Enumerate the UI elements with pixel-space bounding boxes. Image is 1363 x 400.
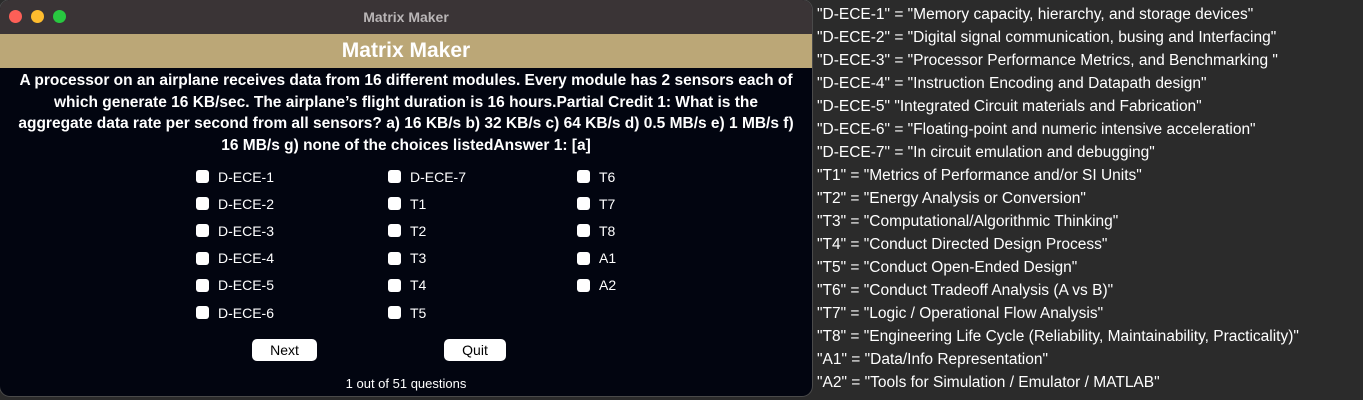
checkbox-box[interactable] bbox=[388, 278, 401, 292]
category-legend: "D-ECE-1" = "Memory capacity, hierarchy,… bbox=[817, 3, 1363, 394]
legend-line: "T5" = "Conduct Open-Ended Design" bbox=[817, 259, 1078, 276]
checkbox-box[interactable] bbox=[388, 306, 401, 320]
checkbox-box[interactable] bbox=[196, 251, 209, 265]
checkbox-label: T5 bbox=[410, 304, 427, 321]
zoom-window-button[interactable] bbox=[53, 10, 66, 23]
checkbox-label: T1 bbox=[410, 195, 427, 212]
checkbox-label: T4 bbox=[410, 277, 427, 294]
legend-line: "D-ECE-2" = "Digital signal communicatio… bbox=[817, 29, 1277, 46]
checkbox-column-1: D-ECE-1 D-ECE-2 D-ECE-3 D-ECE-4 D-ECE-5 … bbox=[196, 163, 274, 326]
checkbox-box[interactable] bbox=[196, 306, 209, 320]
checkbox-label: D-ECE-5 bbox=[218, 277, 275, 294]
checkbox-t8[interactable]: T8 bbox=[577, 217, 616, 244]
legend-line: "T3" = "Computational/Algorithmic Thinki… bbox=[817, 213, 1119, 230]
checkbox-label: D-ECE-6 bbox=[218, 304, 275, 321]
legend-line: "T8" = "Engineering Life Cycle (Reliabil… bbox=[817, 328, 1299, 345]
category-checkboxes: D-ECE-1 D-ECE-2 D-ECE-3 D-ECE-4 D-ECE-5 … bbox=[0, 163, 812, 333]
next-button[interactable]: Next bbox=[252, 339, 317, 361]
checkbox-box[interactable] bbox=[388, 224, 401, 238]
checkbox-column-3: T6 T7 T8 A1 A2 bbox=[577, 163, 616, 299]
legend-line: "D-ECE-4" = "Instruction Encoding and Da… bbox=[817, 75, 1207, 92]
checkbox-t1[interactable]: T1 bbox=[388, 190, 466, 217]
checkbox-a2[interactable]: A2 bbox=[577, 272, 616, 299]
checkbox-box[interactable] bbox=[196, 170, 209, 184]
legend-line: "T4" = "Conduct Directed Design Process" bbox=[817, 236, 1108, 253]
checkbox-t6[interactable]: T6 bbox=[577, 163, 616, 190]
checkbox-label: A1 bbox=[599, 250, 617, 267]
legend-line: "D-ECE-7" = "In circuit emulation and de… bbox=[817, 144, 1155, 161]
checkbox-d-ece-3[interactable]: D-ECE-3 bbox=[196, 217, 274, 244]
checkbox-t5[interactable]: T5 bbox=[388, 299, 466, 326]
checkbox-box[interactable] bbox=[577, 197, 590, 211]
legend-line: "A1" = "Data/Info Representation" bbox=[817, 351, 1048, 368]
checkbox-d-ece-2[interactable]: D-ECE-2 bbox=[196, 190, 274, 217]
checkbox-label: D-ECE-4 bbox=[218, 250, 275, 267]
checkbox-label: D-ECE-3 bbox=[218, 222, 275, 239]
legend-line: "T7" = "Logic / Operational Flow Analysi… bbox=[817, 305, 1104, 322]
quit-button[interactable]: Quit bbox=[444, 339, 506, 361]
checkbox-box[interactable] bbox=[196, 224, 209, 238]
window-title: Matrix Maker bbox=[363, 9, 449, 25]
checkbox-column-2: D-ECE-7 T1 T2 T3 T4 T5 bbox=[388, 163, 466, 326]
legend-line: "T1" = "Metrics of Performance and/or SI… bbox=[817, 167, 1142, 184]
checkbox-box[interactable] bbox=[577, 224, 590, 238]
legend-line: "A2" = "Tools for Simulation / Emulator … bbox=[817, 374, 1160, 391]
checkbox-t7[interactable]: T7 bbox=[577, 190, 616, 217]
checkbox-d-ece-4[interactable]: D-ECE-4 bbox=[196, 245, 274, 272]
checkbox-label: T2 bbox=[410, 222, 427, 239]
matrix-maker-window: Matrix Maker Matrix Maker A processor on… bbox=[0, 0, 812, 396]
checkbox-label: T8 bbox=[599, 222, 616, 239]
close-window-button[interactable] bbox=[9, 10, 22, 23]
checkbox-label: T3 bbox=[410, 250, 427, 267]
app-banner-title: Matrix Maker bbox=[0, 34, 812, 68]
legend-line: "D-ECE-1" = "Memory capacity, hierarchy,… bbox=[817, 6, 1254, 23]
legend-line: "D-ECE-3" = "Processor Performance Metri… bbox=[817, 52, 1278, 69]
checkbox-label: T6 bbox=[599, 168, 616, 185]
legend-line: "D-ECE-5" "Integrated Circuit materials … bbox=[817, 98, 1202, 115]
checkbox-d-ece-6[interactable]: D-ECE-6 bbox=[196, 299, 274, 326]
checkbox-box[interactable] bbox=[577, 251, 590, 265]
question-progress: 1 out of 51 questions bbox=[345, 376, 467, 391]
checkbox-label: D-ECE-1 bbox=[218, 168, 275, 185]
title-bar: Matrix Maker bbox=[0, 0, 812, 34]
checkbox-t2[interactable]: T2 bbox=[388, 217, 466, 244]
legend-line: "D-ECE-6" = "Floating-point and numeric … bbox=[817, 121, 1256, 138]
checkbox-d-ece-7[interactable]: D-ECE-7 bbox=[388, 163, 466, 190]
checkbox-a1[interactable]: A1 bbox=[577, 245, 616, 272]
checkbox-box[interactable] bbox=[388, 251, 401, 265]
checkbox-box[interactable] bbox=[196, 197, 209, 211]
checkbox-t4[interactable]: T4 bbox=[388, 272, 466, 299]
checkbox-label: D-ECE-7 bbox=[410, 168, 467, 185]
checkbox-d-ece-5[interactable]: D-ECE-5 bbox=[196, 272, 274, 299]
checkbox-box[interactable] bbox=[388, 197, 401, 211]
checkbox-d-ece-1[interactable]: D-ECE-1 bbox=[196, 163, 274, 190]
checkbox-label: D-ECE-2 bbox=[218, 195, 275, 212]
question-text: A processor on an airplane receives data… bbox=[18, 72, 794, 154]
checkbox-label: T7 bbox=[599, 195, 616, 212]
minimize-window-button[interactable] bbox=[31, 10, 44, 23]
window-controls bbox=[9, 10, 66, 23]
checkbox-box[interactable] bbox=[388, 170, 401, 184]
checkbox-label: A2 bbox=[599, 277, 617, 294]
legend-line: "T6" = "Conduct Tradeoff Analysis (A vs … bbox=[817, 282, 1114, 299]
checkbox-t3[interactable]: T3 bbox=[388, 245, 466, 272]
legend-line: "T2" = "Energy Analysis or Conversion" bbox=[817, 190, 1086, 207]
checkbox-box[interactable] bbox=[196, 278, 209, 292]
checkbox-box[interactable] bbox=[577, 170, 590, 184]
checkbox-box[interactable] bbox=[577, 278, 590, 292]
